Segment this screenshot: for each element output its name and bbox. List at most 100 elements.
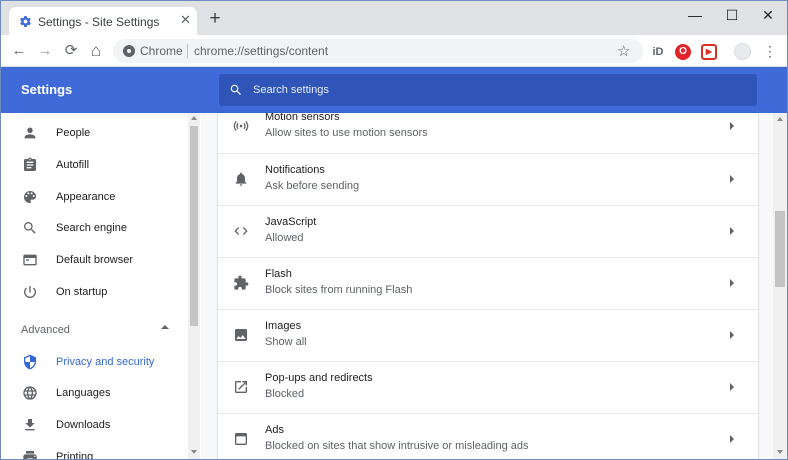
address-bar[interactable]: Chrome chrome://settings/content ☆	[113, 39, 643, 63]
gear-icon	[20, 16, 31, 27]
sidebar-item-people[interactable]: People	[1, 119, 187, 147]
chevron-right-icon	[730, 279, 734, 287]
sidebar-item-label: Privacy and security	[56, 356, 155, 368]
sidebar-item-privacy-security[interactable]: Privacy and security	[1, 348, 187, 376]
id-extension-icon[interactable]: iD	[649, 44, 667, 60]
open-in-new-icon	[235, 381, 247, 393]
tab-strip: Settings - Site Settings ✕ + — ☐ ✕	[1, 1, 787, 35]
row-motion-sensors[interactable]: Motion sensors Allow sites to use motion…	[218, 113, 758, 153]
sidebar-item-downloads[interactable]: Downloads	[1, 411, 187, 439]
sidebar-item-label: Printing	[56, 451, 94, 460]
sidebar-item-label: On startup	[56, 286, 108, 298]
search-icon	[24, 222, 36, 234]
browser-window-icon	[23, 254, 37, 266]
row-title: Pop-ups and redirects	[265, 372, 373, 384]
site-info-icon[interactable]	[123, 45, 135, 57]
row-images[interactable]: Images Show all	[218, 309, 758, 361]
palette-icon	[24, 191, 36, 203]
row-ads[interactable]: Ads Blocked on sites that show intrusive…	[218, 413, 758, 459]
row-subtitle: Block sites from running Flash	[265, 284, 413, 296]
settings-header: Settings	[1, 67, 787, 113]
site-settings-card: Motion sensors Allow sites to use motion…	[218, 113, 758, 459]
row-javascript[interactable]: JavaScript Allowed	[218, 205, 758, 257]
search-input[interactable]	[253, 81, 733, 99]
advanced-section-toggle[interactable]: Advanced	[21, 324, 70, 336]
ads-window-icon	[235, 433, 247, 445]
sidebar-item-label: Default browser	[56, 254, 134, 266]
row-subtitle: Show all	[265, 336, 307, 348]
omnibox-divider	[187, 44, 188, 58]
tab-title: Settings - Site Settings	[38, 15, 160, 29]
row-subtitle: Allow sites to use motion sensors	[265, 127, 428, 139]
avatar[interactable]	[734, 43, 751, 60]
row-flash[interactable]: Flash Block sites from running Flash	[218, 257, 758, 309]
chevron-right-icon	[730, 122, 734, 130]
home-button[interactable]: ⌂	[86, 41, 106, 61]
chevron-right-icon	[730, 383, 734, 391]
row-subtitle: Blocked on sites that show intrusive or …	[265, 440, 529, 452]
caret-up-icon[interactable]	[161, 325, 169, 329]
sidebar-item-label: Appearance	[56, 191, 116, 203]
sidebar-item-on-startup[interactable]: On startup	[1, 278, 187, 306]
minimize-button[interactable]: —	[681, 5, 709, 25]
power-icon	[24, 286, 36, 298]
puzzle-icon	[234, 275, 249, 290]
opera-extension-icon[interactable]: O	[675, 44, 691, 60]
red-extension-icon[interactable]: ▶	[701, 44, 717, 60]
chevron-right-icon	[730, 331, 734, 339]
sidebar-item-label: Autofill	[56, 159, 90, 171]
sidebar: People Autofill Appearance Search engine…	[1, 113, 201, 460]
forward-button[interactable]: →	[35, 41, 55, 61]
browser-toolbar: ← → ⟳ ⌂ Chrome chrome://settings/content…	[1, 35, 787, 67]
person-icon	[24, 127, 36, 139]
row-title: Motion sensors	[265, 113, 340, 123]
browser-window: Settings - Site Settings ✕ + — ☐ ✕ ← → ⟳…	[0, 0, 788, 460]
url-text[interactable]: chrome://settings/content	[194, 44, 328, 58]
sidebar-item-default-browser[interactable]: Default browser	[1, 246, 187, 274]
code-icon	[234, 227, 248, 235]
scroll-up-arrow-icon[interactable]	[191, 116, 197, 120]
maximize-button[interactable]: ☐	[718, 5, 746, 25]
back-button[interactable]: ←	[9, 41, 29, 61]
row-title: Ads	[265, 424, 284, 436]
sidebar-item-label: Search engine	[56, 222, 127, 234]
search-icon	[230, 84, 241, 95]
row-popups-redirects[interactable]: Pop-ups and redirects Blocked	[218, 361, 758, 413]
sidebar-item-label: People	[56, 127, 91, 139]
search-box[interactable]	[219, 74, 757, 106]
scroll-up-arrow-icon[interactable]	[777, 117, 783, 121]
chevron-right-icon	[730, 435, 734, 443]
sidebar-item-label: Downloads	[56, 419, 111, 431]
motion-sensor-icon	[233, 120, 249, 132]
main-scrollbar-thumb[interactable]	[775, 211, 785, 287]
sidebar-item-printing[interactable]: Printing	[1, 443, 187, 460]
menu-icon[interactable]: ⋮	[763, 42, 777, 60]
new-tab-button[interactable]: +	[207, 9, 223, 28]
sidebar-item-languages[interactable]: Languages	[1, 379, 187, 407]
scroll-down-arrow-icon[interactable]	[777, 450, 783, 454]
sidebar-item-label: Languages	[56, 387, 111, 399]
sidebar-item-appearance[interactable]: Appearance	[1, 183, 187, 211]
row-subtitle: Ask before sending	[265, 180, 360, 192]
sidebar-item-search-engine[interactable]: Search engine	[1, 214, 187, 242]
sidebar-scrollbar-thumb[interactable]	[190, 126, 198, 326]
clipboard-icon	[24, 157, 36, 171]
window-close-button[interactable]: ✕	[754, 5, 782, 25]
row-subtitle: Blocked	[265, 388, 305, 400]
image-icon	[235, 329, 247, 341]
bookmark-star-icon[interactable]: ☆	[617, 42, 630, 60]
row-title: Flash	[265, 268, 292, 280]
chevron-right-icon	[730, 175, 734, 183]
omnibox-chip: Chrome	[140, 44, 183, 58]
chevron-right-icon	[730, 227, 734, 235]
reload-button[interactable]: ⟳	[61, 41, 81, 61]
row-title: Images	[265, 320, 302, 332]
row-notifications[interactable]: Notifications Ask before sending	[218, 153, 758, 205]
sidebar-item-autofill[interactable]: Autofill	[1, 151, 187, 179]
scroll-down-arrow-icon[interactable]	[191, 450, 197, 454]
download-icon	[25, 419, 35, 431]
row-subtitle: Allowed	[265, 232, 304, 244]
tab-site-settings[interactable]: Settings - Site Settings ✕	[9, 7, 197, 35]
row-title: Notifications	[265, 164, 325, 176]
tab-close-icon[interactable]: ✕	[180, 13, 191, 27]
